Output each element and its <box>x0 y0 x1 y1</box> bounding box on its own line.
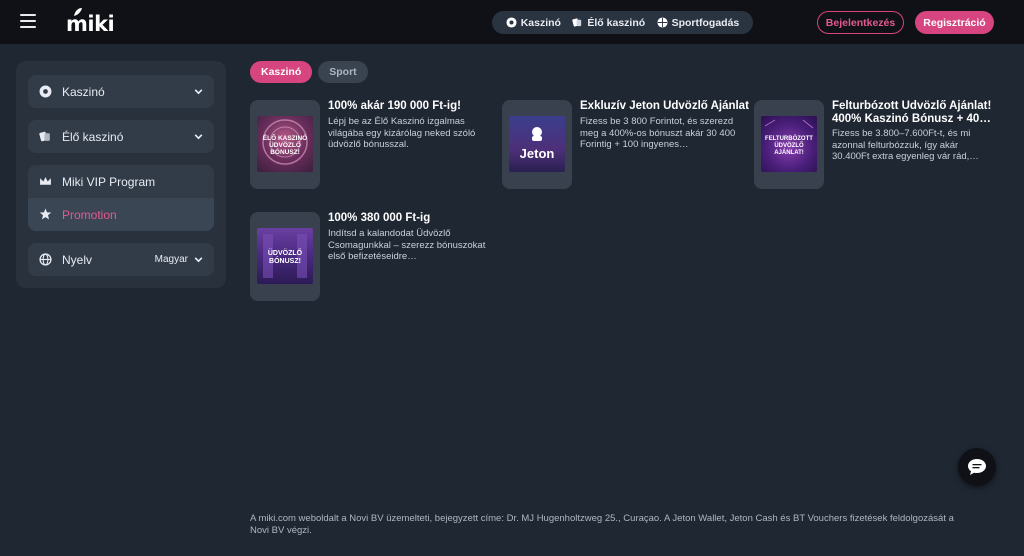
roulette-graphic: ÉLŐ KASZINÓ ÜDVÖZLŐ BÓNUSZ! <box>262 119 308 165</box>
logo-text: miki <box>66 12 115 36</box>
sidebar-item-vip[interactable]: Miki VIP Program <box>28 165 214 198</box>
svg-text:FELTURBÓZOTT: FELTURBÓZOTT <box>765 134 813 142</box>
crown-icon <box>38 175 52 189</box>
promo-image: Jeton <box>509 116 565 172</box>
language-selector[interactable]: Nyelv Magyar <box>28 243 214 276</box>
promo-thumbnail: FELTURBÓZOTT ÜDVÖZLŐ AJÁNLAT! <box>754 100 824 189</box>
svg-text:BÓNUSZ!: BÓNUSZ! <box>270 147 300 156</box>
topnav-live-casino[interactable]: Élő kaszinó <box>572 17 645 29</box>
chevron-down-icon <box>194 257 203 263</box>
menu-icon[interactable] <box>20 14 36 28</box>
promo-description: Indítsd a kalandodat Üdvözlő Csomagunkka… <box>328 228 486 262</box>
chat-bubble-icon <box>968 459 986 475</box>
chat-button[interactable] <box>958 448 996 486</box>
promo-card[interactable]: FELTURBÓZOTT ÜDVÖZLŐ AJÁNLAT! Felturbózo… <box>754 100 994 190</box>
sidebar-item-casino[interactable]: Kaszinó <box>28 75 214 108</box>
promo-image: FELTURBÓZOTT ÜDVÖZLŐ AJÁNLAT! <box>761 116 817 172</box>
topnav-live-casino-label: Élő kaszinó <box>587 16 646 29</box>
promo-card[interactable]: Jeton Exkluzív Jeton Üdvözlő Ajánlat Fiz… <box>502 100 749 190</box>
svg-text:BÓNUSZ!: BÓNUSZ! <box>269 256 301 265</box>
language-value: Magyar <box>154 254 188 265</box>
promo-title: Felturbózott Üdvözlő Ajánlat! 400% Kaszi… <box>832 100 992 125</box>
promo-image: ÉLŐ KASZINÓ ÜDVÖZLŐ BÓNUSZ! <box>257 116 313 172</box>
boost-graphic: FELTURBÓZOTT ÜDVÖZLŐ AJÁNLAT! <box>764 119 814 156</box>
promo-title: Exkluzív Jeton Üdvözlő Ajánlat <box>580 100 749 112</box>
leaf-icon <box>74 8 82 16</box>
sidebar-item-label: Élő kaszinó <box>62 129 124 144</box>
jeton-graphic: Jeton <box>520 127 555 161</box>
promo-thumbnail: ÜDVÖZLŐ BÓNUSZ! <box>250 212 320 301</box>
svg-text:Jeton: Jeton <box>520 146 555 161</box>
topnav-casino-label: Kaszinó <box>520 16 561 29</box>
promo-description: Fizess be 3.800–7.600Ft-t, és mi azonnal… <box>832 128 979 162</box>
top-nav: Kaszinó Élő kaszinó Sportfogadás <box>492 11 753 34</box>
sidebar-group-casino: Kaszinó <box>28 75 214 108</box>
chevron-down-icon <box>194 89 203 95</box>
promo-tabs: Kaszinó Sport <box>250 61 368 83</box>
svg-text:ÜDVÖZLŐ: ÜDVÖZLŐ <box>269 140 301 149</box>
tab-casino[interactable]: Kaszinó <box>250 61 313 83</box>
sidebar-item-label: Miki VIP Program <box>62 174 156 189</box>
svg-text:AJÁNLAT!: AJÁNLAT! <box>774 149 804 156</box>
sidebar-group-extras: Miki VIP Program Promotion <box>28 165 214 231</box>
casino-chip-icon <box>38 85 52 99</box>
card-icon <box>38 130 52 144</box>
sidebar-item-live-casino[interactable]: Élő kaszinó <box>28 120 214 153</box>
promo-description: Lépj be az Élő Kaszinó izgalmas világába… <box>328 116 476 150</box>
promo-thumbnail: Jeton <box>502 100 572 189</box>
sidebar-item-label: Nyelv <box>62 252 93 267</box>
promo-title: 100% akár 190 000 Ft-ig! <box>328 100 461 112</box>
topnav-casino[interactable]: Kaszinó <box>506 17 561 29</box>
sidebar-item-label: Promotion <box>62 207 117 222</box>
card-icon <box>572 18 582 27</box>
sidebar: Kaszinó Élő kaszinó Miki VIP Program Pro… <box>16 61 226 288</box>
welcome-graphic: ÜDVÖZLŐ BÓNUSZ! <box>263 234 307 278</box>
promo-description: Fizess be 3 800 Forintot, és szerezd meg… <box>580 116 736 150</box>
casino-chip-icon <box>506 17 517 28</box>
topnav-sports-label: Sportfogadás <box>671 16 740 29</box>
svg-text:ÜDVÖZLŐ: ÜDVÖZLŐ <box>268 248 303 257</box>
tab-sport[interactable]: Sport <box>318 61 368 83</box>
chevron-down-icon <box>194 134 203 140</box>
promo-title: 100% 380 000 Ft-ig <box>328 212 431 224</box>
promo-card[interactable]: ÉLŐ KASZINÓ ÜDVÖZLŐ BÓNUSZ! 100% akár 19… <box>250 100 490 190</box>
login-button[interactable]: Bejelentkezés <box>817 11 904 34</box>
sidebar-item-promotion[interactable]: Promotion <box>28 198 214 231</box>
register-button[interactable]: Regisztráció <box>915 11 994 34</box>
topnav-sports[interactable]: Sportfogadás <box>657 16 740 29</box>
logo[interactable]: miki <box>66 8 115 36</box>
top-header: miki Kaszinó Élő kaszinó Sportfogadás Be… <box>0 0 1024 44</box>
star-badge-icon <box>38 208 52 222</box>
sidebar-group-language: Nyelv Magyar <box>28 243 214 276</box>
promo-card[interactable]: ÜDVÖZLŐ BÓNUSZ! 100% 380 000 Ft-ig Indít… <box>250 212 490 302</box>
promo-thumbnail: ÉLŐ KASZINÓ ÜDVÖZLŐ BÓNUSZ! <box>250 100 320 189</box>
footer-legal-text: A miki.com weboldalt a Novi BV üzemeltet… <box>250 513 954 536</box>
ball-icon <box>657 17 668 28</box>
svg-text:ÉLŐ KASZINÓ: ÉLŐ KASZINÓ <box>263 133 307 142</box>
globe-icon <box>38 253 52 267</box>
sidebar-item-label: Kaszinó <box>62 84 105 99</box>
sidebar-group-live-casino: Élő kaszinó <box>28 120 214 153</box>
svg-text:ÜDVÖZLŐ: ÜDVÖZLŐ <box>774 142 804 149</box>
promo-image: ÜDVÖZLŐ BÓNUSZ! <box>257 228 313 284</box>
